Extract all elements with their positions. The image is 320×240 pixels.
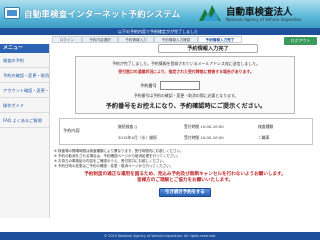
reservation-number-label: 予約番号 bbox=[140, 83, 157, 88]
sidebar-item-account[interactable]: アカウント確認・変更・取消 bbox=[0, 83, 49, 98]
footer: © 2015 National Agency of Vehicle Inspec… bbox=[0, 232, 320, 240]
sidebar-item-faq[interactable]: FAQ よくあるご質問 bbox=[0, 113, 49, 128]
agency-name: 自動車検査法人 bbox=[226, 7, 293, 18]
agency-logo-icon bbox=[199, 5, 221, 21]
notice-line-1: 予約が完了しました。予約情報を登録されているメールアドレス宛に送信しました。 bbox=[112, 61, 260, 66]
step-4: 予約情報入力確認 bbox=[154, 36, 198, 43]
site-header: 自動車検査インターネット予約システム 自動車検査法人 National Agen… bbox=[0, 0, 320, 28]
sidebar-item-guide[interactable]: 操作ガイド bbox=[0, 98, 49, 113]
menu-heading: メニュー bbox=[0, 44, 49, 53]
details-label: 予約内容 bbox=[63, 128, 80, 133]
reservation-number bbox=[160, 81, 200, 90]
step-5: 予約情報入力完了 bbox=[198, 36, 242, 43]
policy-message: 皆様方のご理解とご協力をお願いいたします。 bbox=[136, 178, 233, 183]
details-cell: 受付時間 10:00-10:50 bbox=[184, 124, 224, 129]
details-cell: 検査種類 bbox=[258, 124, 274, 129]
site-title: 自動車検査インターネット予約システム bbox=[24, 10, 181, 20]
details-cell: 継続検査 () bbox=[118, 124, 138, 129]
note-line: ※ 予約日時の変更はご予約の確認・変更・取消ページから行ってください。 bbox=[54, 164, 174, 168]
sidebar-item-reserve[interactable]: 検査の予約 bbox=[0, 53, 49, 68]
step-1: ログイン bbox=[52, 36, 82, 43]
agency-name-en: National Agency of Vehicle Inspection bbox=[226, 17, 302, 22]
step-3: 予約情報入力 bbox=[118, 36, 154, 43]
sidebar-menu: メニュー 検査の予約 予約の確認・変更・取消 アカウント確認・変更・取消 操作ガ… bbox=[0, 44, 50, 218]
details-cell: 2015年X月（水）継続 bbox=[118, 135, 157, 140]
banner-title: 以下の予約内容で予約確定がが完了しました bbox=[118, 29, 198, 34]
details-cell: 二輪車 bbox=[258, 135, 270, 140]
continue-reservation-button[interactable]: 引き続き予約をする bbox=[159, 188, 211, 197]
page-title: 予約情報入力完了 bbox=[158, 44, 258, 53]
car-icon bbox=[4, 7, 20, 19]
sidebar-item-manage[interactable]: 予約の確認・変更・取消 bbox=[0, 68, 49, 83]
completion-notice: 予約が完了しました。予約情報を登録されているメールアドレス宛に送信しました。 受… bbox=[75, 56, 295, 114]
keep-number-message: 予約番号をお控えになり、予約確認時にご提示ください。 bbox=[105, 103, 267, 110]
notice-line-2: 受付窓口の混雑状況により、指定された受付時間に前後する場合があります。 bbox=[118, 69, 254, 74]
logout-button[interactable]: ログアウト bbox=[284, 37, 317, 45]
reservation-details: 予約内容 継続検査 () 受付時間 10:00-10:50 検査種類 2015年… bbox=[59, 118, 313, 145]
step-trail: ログイン 予約内容選択 予約情報入力 予約情報入力確認 予約情報入力完了 bbox=[0, 36, 320, 43]
step-2: 予約内容選択 bbox=[82, 36, 118, 43]
details-cell: 受付時間 10:00-10:50 bbox=[184, 135, 224, 140]
notice-line-3: 予約番号は予約の確認・変更・取消の際に必要となります。 bbox=[133, 93, 239, 98]
